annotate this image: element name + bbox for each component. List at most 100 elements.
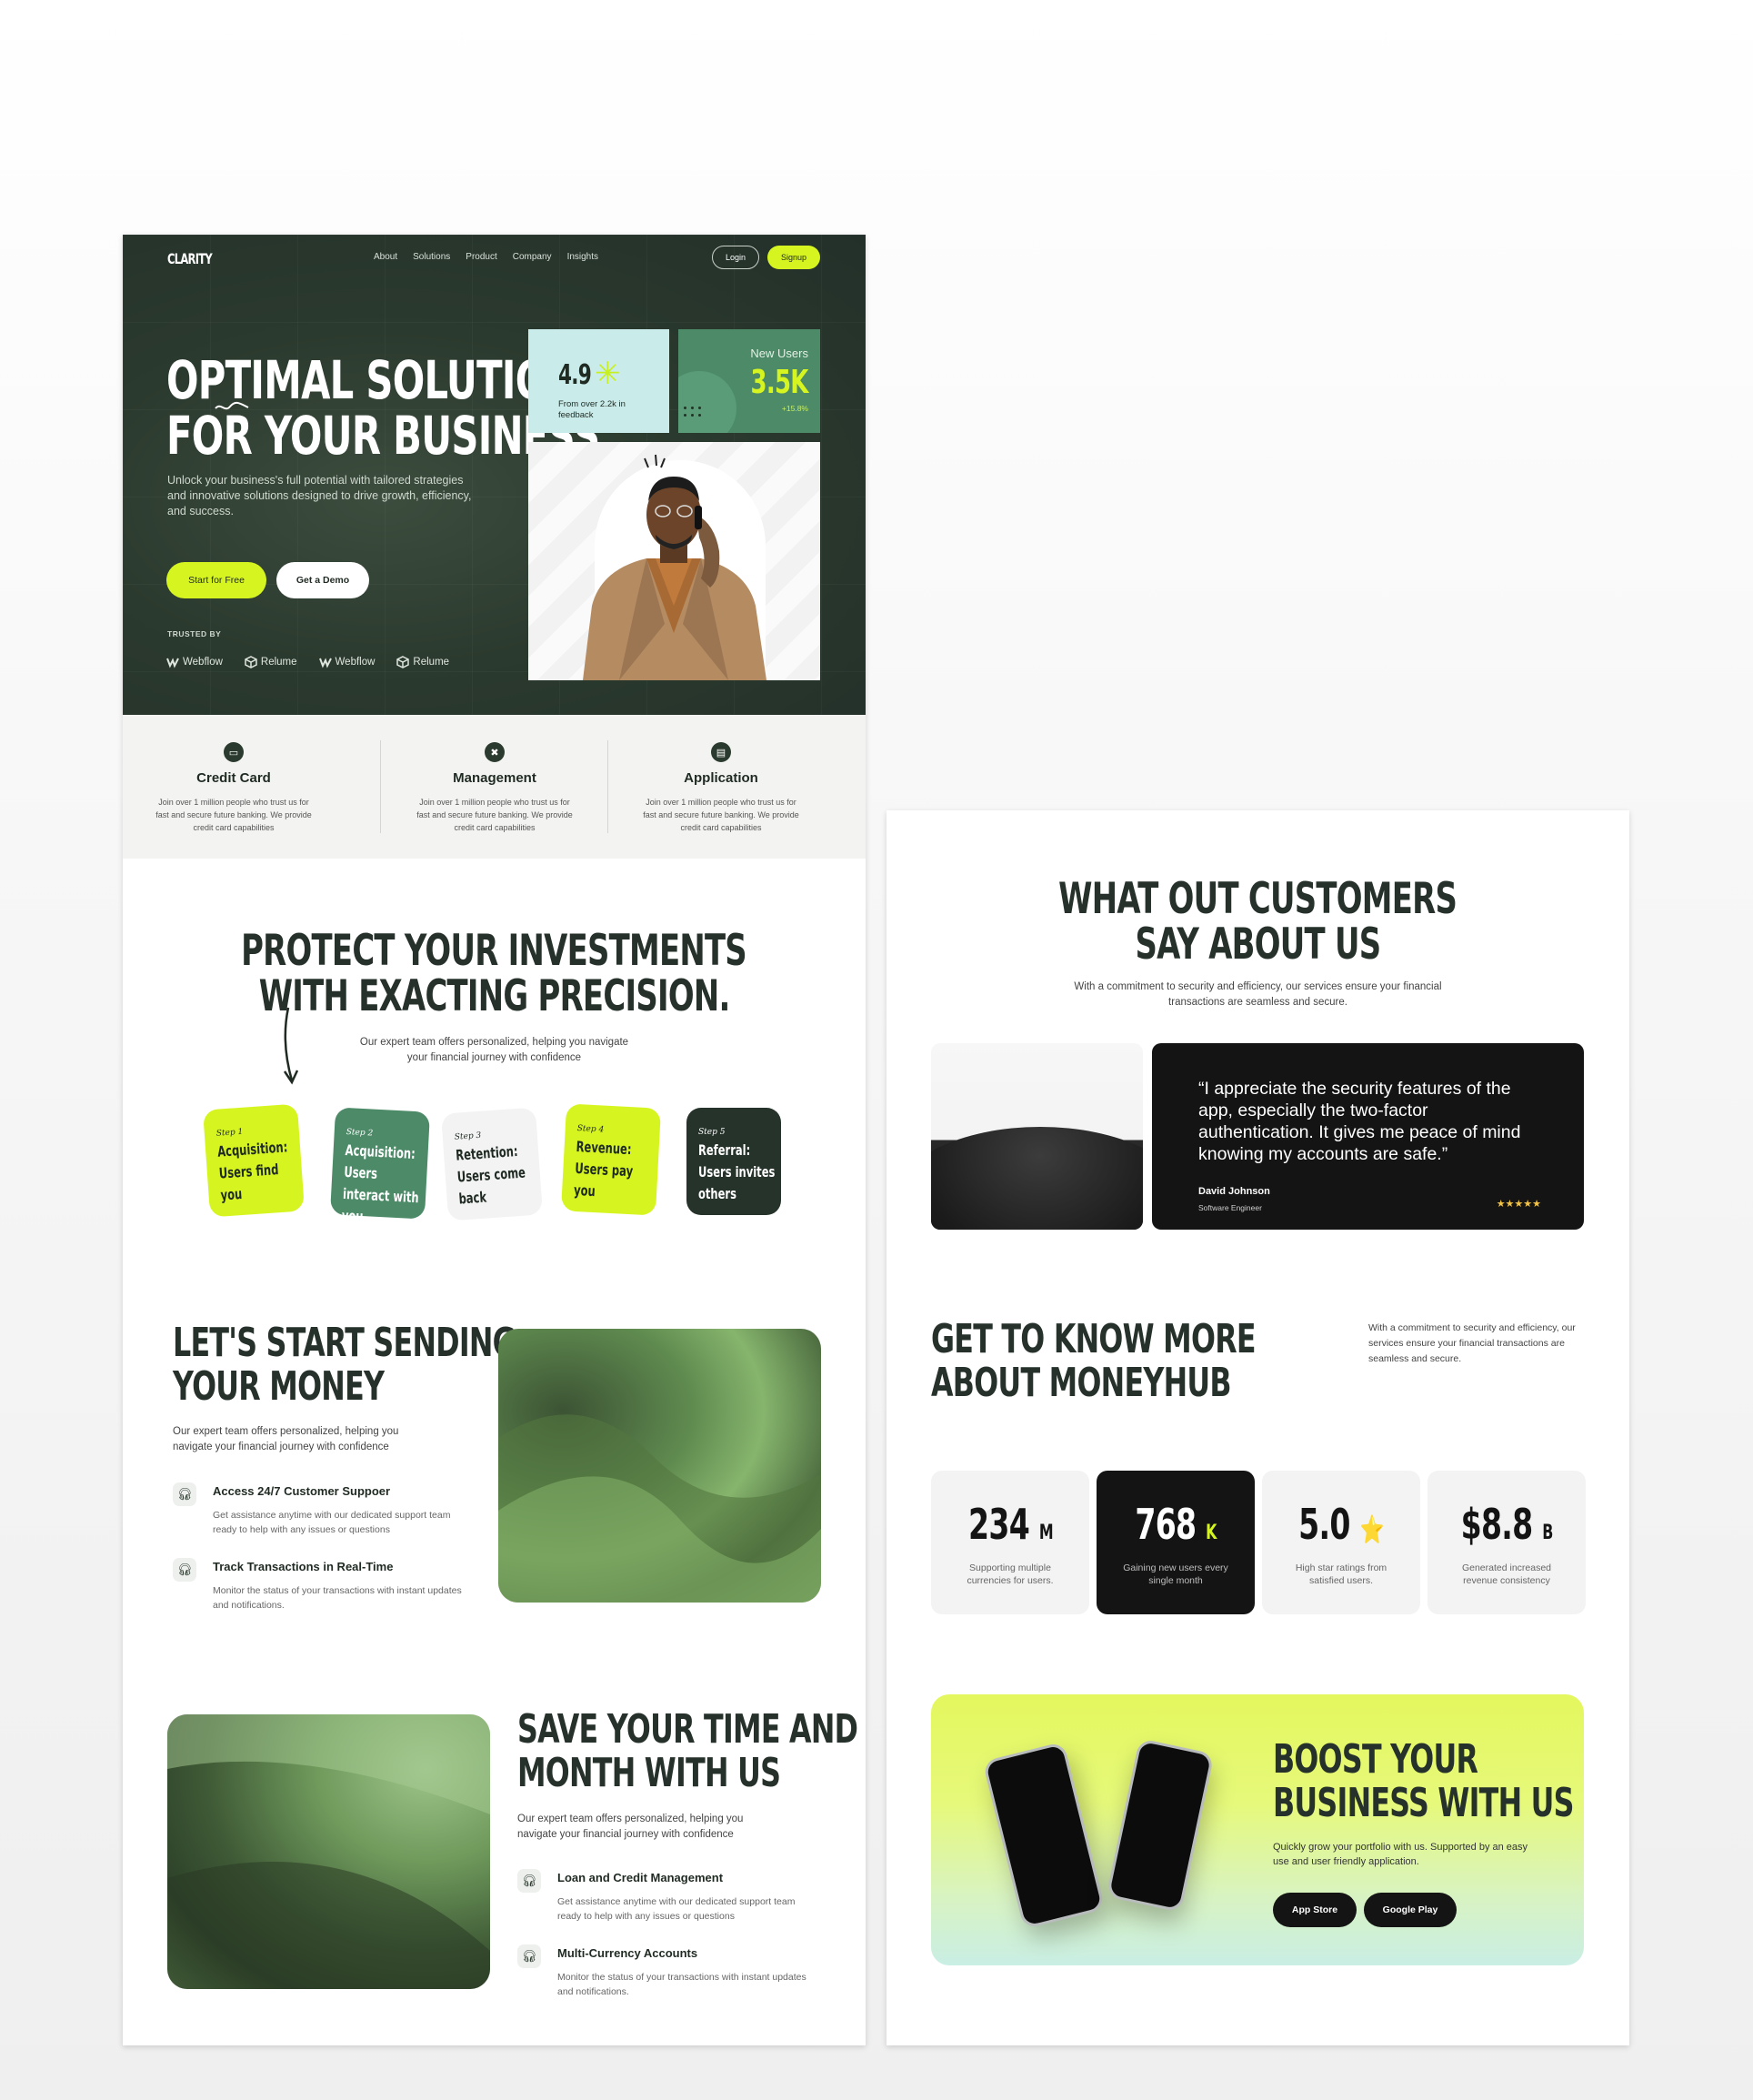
- wave-shape: [498, 1414, 821, 1603]
- asterisk-star-icon: ✳: [595, 357, 621, 391]
- step-text: Acquisition: Users find you: [216, 1138, 288, 1204]
- save-description: Our expert team offers personalized, hel…: [517, 1814, 744, 1840]
- brand-logo-webflow: Webflow: [318, 656, 376, 668]
- customers-section-title: WHAT OUT CUSTOMERS SAY ABOUT US: [887, 876, 1629, 967]
- wave-shape: [167, 1714, 490, 1989]
- step-text: Revenue: Users pay you: [573, 1137, 634, 1201]
- brand-name: Webflow: [183, 657, 223, 668]
- new-users-change: +15.8%: [781, 404, 808, 413]
- signup-button[interactable]: Signup: [767, 246, 820, 269]
- stat-card-ratings: 5.0 ⭐ High star ratings from satisfied u…: [1262, 1471, 1420, 1614]
- protect-description: Our expert team offers personalized, hel…: [359, 1037, 629, 1063]
- headphones-icon: 🎧︎: [517, 1944, 541, 1968]
- rating-value: 4.9: [558, 359, 592, 391]
- list-item-title: Multi-Currency Accounts: [557, 1946, 698, 1960]
- list-item-title: Access 24/7 Customer Suppoer: [213, 1484, 391, 1498]
- customers-title-line-1: WHAT OUT CUSTOMERS: [1058, 874, 1458, 924]
- step-card-2: Step 2 Acquisition: Users interact with …: [329, 1107, 431, 1225]
- testimonial-author-name: David Johnson: [1198, 1186, 1270, 1197]
- step-card-1: Step 1 Acquisition: Users find you: [203, 1103, 305, 1218]
- stat-suffix: M: [1038, 1522, 1053, 1544]
- dune-shape: [931, 1127, 1143, 1230]
- list-item-description: Get assistance anytime with our dedicate…: [557, 1896, 796, 1922]
- nav-link-solutions[interactable]: Solutions: [413, 252, 450, 262]
- save-title-line-2: MONTH WITH US: [517, 1750, 781, 1796]
- list-item-description: Monitor the status of your transactions …: [213, 1585, 462, 1611]
- list-item-title: Loan and Credit Management: [557, 1871, 724, 1884]
- login-button[interactable]: Login: [712, 246, 759, 269]
- step-card-3: Step 3 Retention: Users come back: [441, 1107, 543, 1221]
- feature-title: Management: [453, 770, 536, 786]
- list-item-description: Monitor the status of your transactions …: [557, 1972, 806, 1997]
- stat-description: High star ratings from satisfied users.: [1295, 1562, 1387, 1586]
- step-card-4: Step 4 Revenue: Users pay you: [560, 1103, 662, 1216]
- headphones-icon: 🎧︎: [173, 1558, 196, 1582]
- about-description: With a commitment to security and effici…: [1368, 1322, 1576, 1364]
- start-for-free-button[interactable]: Start for Free: [166, 562, 266, 598]
- feature-description: Join over 1 million people who trust us …: [155, 798, 312, 832]
- stat-number: 768: [1135, 1500, 1197, 1549]
- step-label: Step 5: [698, 1128, 726, 1137]
- new-users-label: New Users: [750, 347, 808, 360]
- stat-suffix: K: [1206, 1522, 1217, 1544]
- stat-number: $8.8: [1460, 1500, 1533, 1549]
- nav-link-insights[interactable]: Insights: [567, 252, 598, 262]
- send-title-line-1: LET'S START SENDING: [173, 1320, 516, 1366]
- nav-link-product[interactable]: Product: [466, 252, 496, 262]
- google-play-button[interactable]: Google Play: [1364, 1893, 1457, 1927]
- boost-title: BOOST YOUR BUSINESS WITH US: [1273, 1738, 1584, 1825]
- headphones-icon: 🎧︎: [517, 1869, 541, 1893]
- boost-banner: BOOST YOUR BUSINESS WITH US Quickly grow…: [931, 1694, 1584, 1965]
- about-title-line-1: GET TO KNOW MORE: [931, 1316, 1257, 1362]
- management-icon: ✖: [485, 742, 505, 762]
- protect-title-line-2: WITH EXACTING PRECISION.: [258, 971, 731, 1021]
- phone-mockup-left: [982, 1741, 1106, 1930]
- new-users-card: New Users 3.5K +15.8%: [678, 329, 820, 433]
- nav-link-about[interactable]: About: [374, 252, 397, 262]
- step-label: Step 2: [346, 1128, 374, 1139]
- step-card-5: Step 5 Referral: Users invites others: [686, 1108, 781, 1215]
- step-text: Acquisition: Users interact with you: [341, 1140, 420, 1226]
- features-strip: ▭ Credit Card Join over 1 million people…: [123, 715, 866, 859]
- brand-logo-relume: Relume: [245, 656, 297, 668]
- curved-arrow-icon: [283, 1007, 299, 1085]
- feature-title: Credit Card: [196, 770, 271, 786]
- relume-icon: [245, 656, 257, 668]
- feature-credit-card: ▭ Credit Card Join over 1 million people…: [125, 715, 343, 859]
- nav-link-company[interactable]: Company: [513, 252, 552, 262]
- brand-logo-webflow: Webflow: [166, 656, 223, 668]
- brand-name: Webflow: [335, 657, 376, 668]
- webflow-icon: [318, 658, 332, 668]
- stat-description: Gaining new users every single month: [1123, 1562, 1228, 1586]
- feature-management: ✖ Management Join over 1 million people …: [386, 715, 604, 859]
- stat-card-revenue: $8.8 B Generated increased revenue consi…: [1427, 1471, 1586, 1614]
- feature-application: ▤ Application Join over 1 million people…: [612, 715, 830, 859]
- feature-title: Application: [684, 770, 758, 786]
- stat-value: 5.0 ⭐: [1262, 1500, 1420, 1549]
- divider: [380, 740, 381, 833]
- stat-description: Supporting multiple currencies for users…: [967, 1562, 1054, 1586]
- feature-description: Join over 1 million people who trust us …: [416, 798, 573, 832]
- stat-value: 234 M: [931, 1500, 1089, 1549]
- app-store-button[interactable]: App Store: [1273, 1893, 1357, 1927]
- stat-suffix: B: [1542, 1522, 1553, 1544]
- get-a-demo-button[interactable]: Get a Demo: [276, 562, 369, 598]
- about-section-title: GET TO KNOW MORE ABOUT MONEYHUB: [931, 1318, 1382, 1405]
- abstract-green-wave-image: [167, 1714, 490, 1989]
- testimonial-author-role: Software Engineer: [1198, 1203, 1262, 1212]
- headphones-icon: 🎧︎: [173, 1482, 196, 1506]
- protect-title-line-1: PROTECT YOUR INVESTMENTS: [241, 926, 748, 976]
- protect-section-title: PROTECT YOUR INVESTMENTS WITH EXACTING P…: [123, 928, 866, 1019]
- dark-dune-image: [931, 1043, 1143, 1230]
- landing-page-right: WHAT OUT CUSTOMERS SAY ABOUT US With a c…: [887, 810, 1629, 2045]
- trusted-by-label: TRUSTED BY: [167, 629, 222, 638]
- logo[interactable]: CLARITY: [167, 250, 213, 267]
- testimonial-card: “I appreciate the security features of t…: [1152, 1043, 1584, 1230]
- step-text: Retention: Users come back: [455, 1142, 526, 1208]
- rating-card: 4.9 ✳ From over 2.2k in feedback: [528, 329, 669, 433]
- stat-number: 234: [967, 1500, 1030, 1549]
- rating-caption: From over 2.2k in feedback: [558, 399, 626, 420]
- decorative-circle: [678, 371, 736, 433]
- boost-description: Quickly grow your portfolio with us. Sup…: [1273, 1842, 1528, 1867]
- save-title-line-1: SAVE YOUR TIME AND: [517, 1706, 858, 1753]
